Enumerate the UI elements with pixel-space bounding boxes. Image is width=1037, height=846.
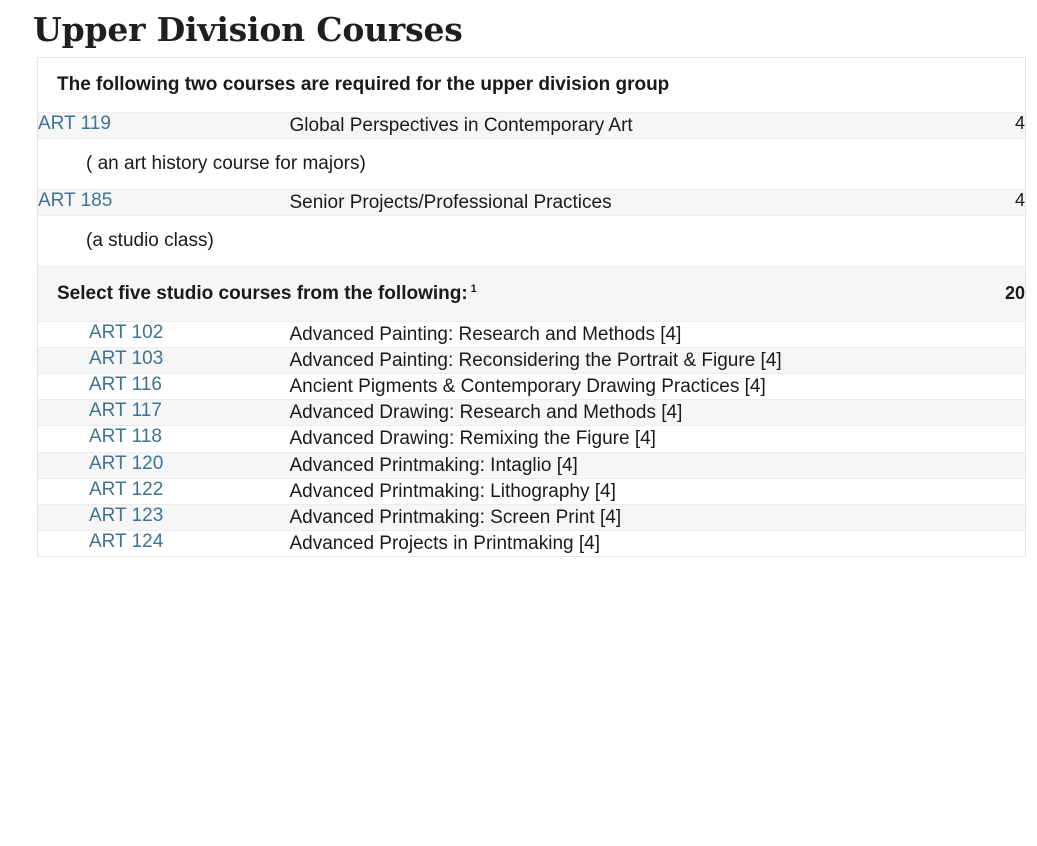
page-title: Upper Division Courses xyxy=(33,10,463,49)
section-header-label: The following two courses are required f… xyxy=(37,57,1026,113)
course-code-cell: ART 103 xyxy=(37,347,290,375)
course-code-link[interactable]: ART 124 xyxy=(89,531,163,552)
course-code-link[interactable]: ART 118 xyxy=(89,426,162,447)
table-row: ART 124 Advanced Projects in Printmaking … xyxy=(37,530,1026,557)
course-code-cell: ART 116 xyxy=(37,373,290,401)
table-row: ART 120 Advanced Printmaking: Intaglio [4… xyxy=(37,452,1026,479)
credit-hours-value xyxy=(904,373,1026,401)
table-row: ART 102 Advanced Painting: Research and M… xyxy=(37,321,1026,349)
course-title-cell: Advanced Drawing: Research and Methods [… xyxy=(289,399,905,427)
course-title-cell: Advanced Painting: Research and Methods … xyxy=(289,321,905,349)
course-comment-row: ( an art history course for majors) xyxy=(37,138,1026,191)
credit-hours-value xyxy=(904,530,1026,557)
course-comment-row: (a studio class) xyxy=(37,215,1026,268)
course-code-link[interactable]: ART 185 xyxy=(38,190,112,211)
course-code-cell: ART 118 xyxy=(37,425,290,453)
select-courses-label: Select five studio courses from the foll… xyxy=(37,266,905,323)
course-title-cell: Advanced Projects in Printmaking [4] xyxy=(289,530,905,557)
course-code-link[interactable]: ART 116 xyxy=(89,374,162,395)
table-row: ART 123 Advanced Printmaking: Screen Prin… xyxy=(37,504,1026,531)
table-row: ART 118 Advanced Drawing: Remixing the Fi… xyxy=(37,425,1026,453)
course-title-cell: Advanced Printmaking: Screen Print [4] xyxy=(289,504,905,531)
course-code-link[interactable]: ART 103 xyxy=(89,348,163,369)
footnote-marker[interactable]: 1 xyxy=(471,283,477,295)
course-code-link[interactable]: ART 117 xyxy=(89,400,162,421)
course-code-cell: ART 120 xyxy=(37,452,290,479)
course-comment-text: (a studio class) xyxy=(37,215,1026,268)
credit-hours-value xyxy=(904,347,1026,375)
course-title-cell: Advanced Printmaking: Lithography [4] xyxy=(289,478,905,505)
course-list-body: The following two courses are required f… xyxy=(37,57,1026,557)
course-code-cell: ART 102 xyxy=(37,321,290,349)
catalog-page: Upper Division Courses The following two… xyxy=(0,0,1037,846)
course-title-cell: Ancient Pigments & Contemporary Drawing … xyxy=(289,373,905,401)
course-title-cell: Global Perspectives in Contemporary Art xyxy=(289,112,905,140)
credit-hours-value xyxy=(904,425,1026,453)
credit-hours-value: 20 xyxy=(904,266,1026,323)
course-code-link[interactable]: ART 123 xyxy=(89,505,163,526)
course-code-cell: ART 117 xyxy=(37,399,290,427)
table-row: ART 116 Ancient Pigments & Contemporary D… xyxy=(37,373,1026,401)
table-row: ART 117 Advanced Drawing: Research and Me… xyxy=(37,399,1026,427)
credit-hours-value: 4 xyxy=(904,112,1026,140)
credit-hours-value xyxy=(904,399,1026,427)
table-row: ART 122 Advanced Printmaking: Lithography… xyxy=(37,478,1026,505)
course-code-link[interactable]: ART 122 xyxy=(89,479,163,500)
course-code-link[interactable]: ART 120 xyxy=(89,453,163,474)
course-code-cell: ART 124 xyxy=(37,530,290,557)
course-requirements-table: The following two courses are required f… xyxy=(37,57,1027,557)
course-code-link[interactable]: ART 102 xyxy=(89,322,163,343)
course-comment-text: ( an art history course for majors) xyxy=(37,138,1026,191)
credit-hours-value xyxy=(904,321,1026,349)
table-row: ART 103 Advanced Painting: Reconsidering … xyxy=(37,347,1026,375)
course-title-cell: Advanced Painting: Reconsidering the Por… xyxy=(289,347,905,375)
table-row: ART 119 Global Perspectives in Contempora… xyxy=(37,112,1026,140)
course-code-link[interactable]: ART 119 xyxy=(38,113,111,134)
course-title-cell: Senior Projects/Professional Practices xyxy=(289,189,905,217)
course-title-cell: Advanced Drawing: Remixing the Figure [4… xyxy=(289,425,905,453)
credit-hours-value xyxy=(904,478,1026,505)
credit-hours-value xyxy=(904,452,1026,479)
credit-hours-value: 4 xyxy=(904,189,1026,217)
course-code-cell: ART 123 xyxy=(37,504,290,531)
table-section-header-row: The following two courses are required f… xyxy=(37,57,1026,113)
select-courses-text: Select five studio courses from the foll… xyxy=(57,283,468,305)
select-courses-instruction-row: Select five studio courses from the foll… xyxy=(37,266,1026,323)
course-title-cell: Advanced Printmaking: Intaglio [4] xyxy=(289,452,905,479)
course-code-cell: ART 185 xyxy=(37,189,290,217)
table-row: ART 185 Senior Projects/Professional Prac… xyxy=(37,189,1026,217)
credit-hours-value xyxy=(904,504,1026,531)
course-code-cell: ART 122 xyxy=(37,478,290,505)
course-code-cell: ART 119 xyxy=(37,112,290,140)
